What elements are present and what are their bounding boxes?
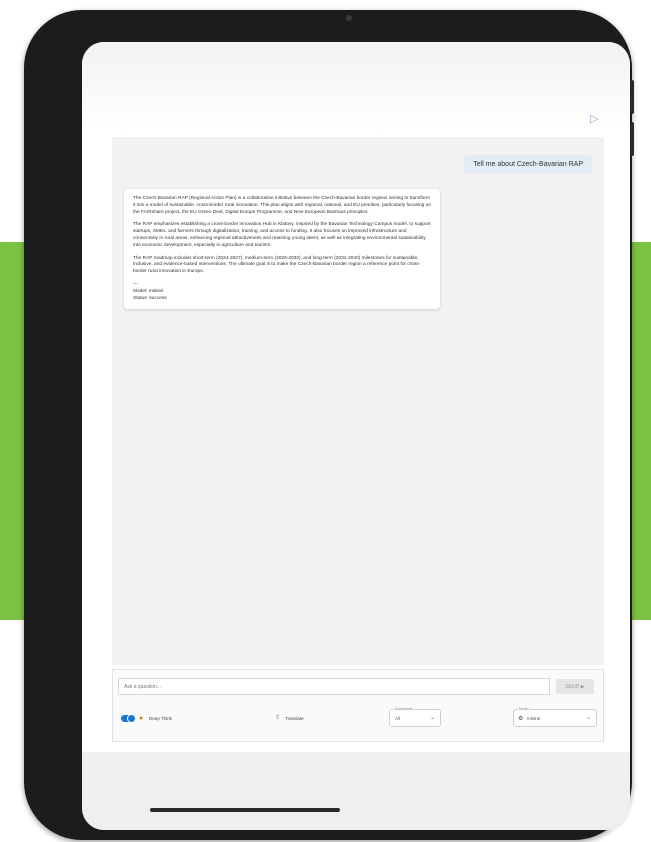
model-icon: ⚙ bbox=[518, 716, 524, 722]
screen-bottom-area bbox=[82, 752, 630, 830]
model-select[interactable]: Model ⚙ mistral ⌄ bbox=[513, 707, 597, 727]
home-indicator bbox=[150, 808, 340, 812]
message-separator: --- bbox=[133, 281, 138, 287]
status-line: Status: success bbox=[133, 295, 167, 301]
assistant-message: The Czech-Bavarian RAP (Regional Action … bbox=[124, 189, 440, 310]
assistant-paragraph-3: The RAP roadmap includes short-term (202… bbox=[133, 255, 421, 275]
model-select-value: mistral bbox=[527, 716, 541, 721]
assistant-paragraph-2: The RAP emphasizes establishing a cross-… bbox=[133, 222, 431, 248]
tablet-frame: ▷ Tell me about Czech-Bavarian RAP The C… bbox=[24, 10, 634, 840]
upload-icon[interactable]: ⇧ bbox=[275, 715, 280, 722]
upload-label[interactable]: Translate bbox=[285, 716, 304, 721]
chevron-down-icon: ⌄ bbox=[430, 715, 436, 721]
documents-select-caption: Documents bbox=[394, 707, 414, 711]
user-message: Tell me about Czech-Bavarian RAP bbox=[464, 155, 592, 174]
deep-think-toggle[interactable] bbox=[121, 714, 136, 723]
input-panel: SEND ▶ ● Deep Think ⇧ Translate Document… bbox=[112, 669, 604, 742]
globe-icon: ● bbox=[139, 715, 144, 722]
send-button[interactable]: SEND ▶ bbox=[556, 679, 594, 694]
documents-select-value: All bbox=[395, 716, 401, 721]
toggle-knob bbox=[127, 714, 136, 723]
camera-icon bbox=[346, 15, 352, 21]
model-select-caption: Model bbox=[518, 707, 530, 711]
deep-think-label: Deep Think bbox=[149, 716, 172, 721]
model-line: Model: mistral bbox=[133, 288, 163, 294]
chat-messages-area: Tell me about Czech-Bavarian RAP The Cze… bbox=[112, 137, 604, 665]
volume-up-button bbox=[630, 80, 634, 114]
question-input[interactable] bbox=[118, 678, 550, 695]
chevron-down-icon: ⌄ bbox=[586, 715, 592, 721]
documents-select[interactable]: Documents All ⌄ bbox=[389, 707, 441, 727]
assistant-paragraph-1: The Czech-Bavarian RAP (Regional Action … bbox=[133, 196, 432, 215]
tablet-screen: ▷ Tell me about Czech-Bavarian RAP The C… bbox=[82, 42, 630, 830]
volume-down-button bbox=[630, 122, 634, 156]
send-arrow-icon[interactable]: ▷ bbox=[590, 112, 598, 125]
screen-header-area bbox=[82, 42, 630, 132]
